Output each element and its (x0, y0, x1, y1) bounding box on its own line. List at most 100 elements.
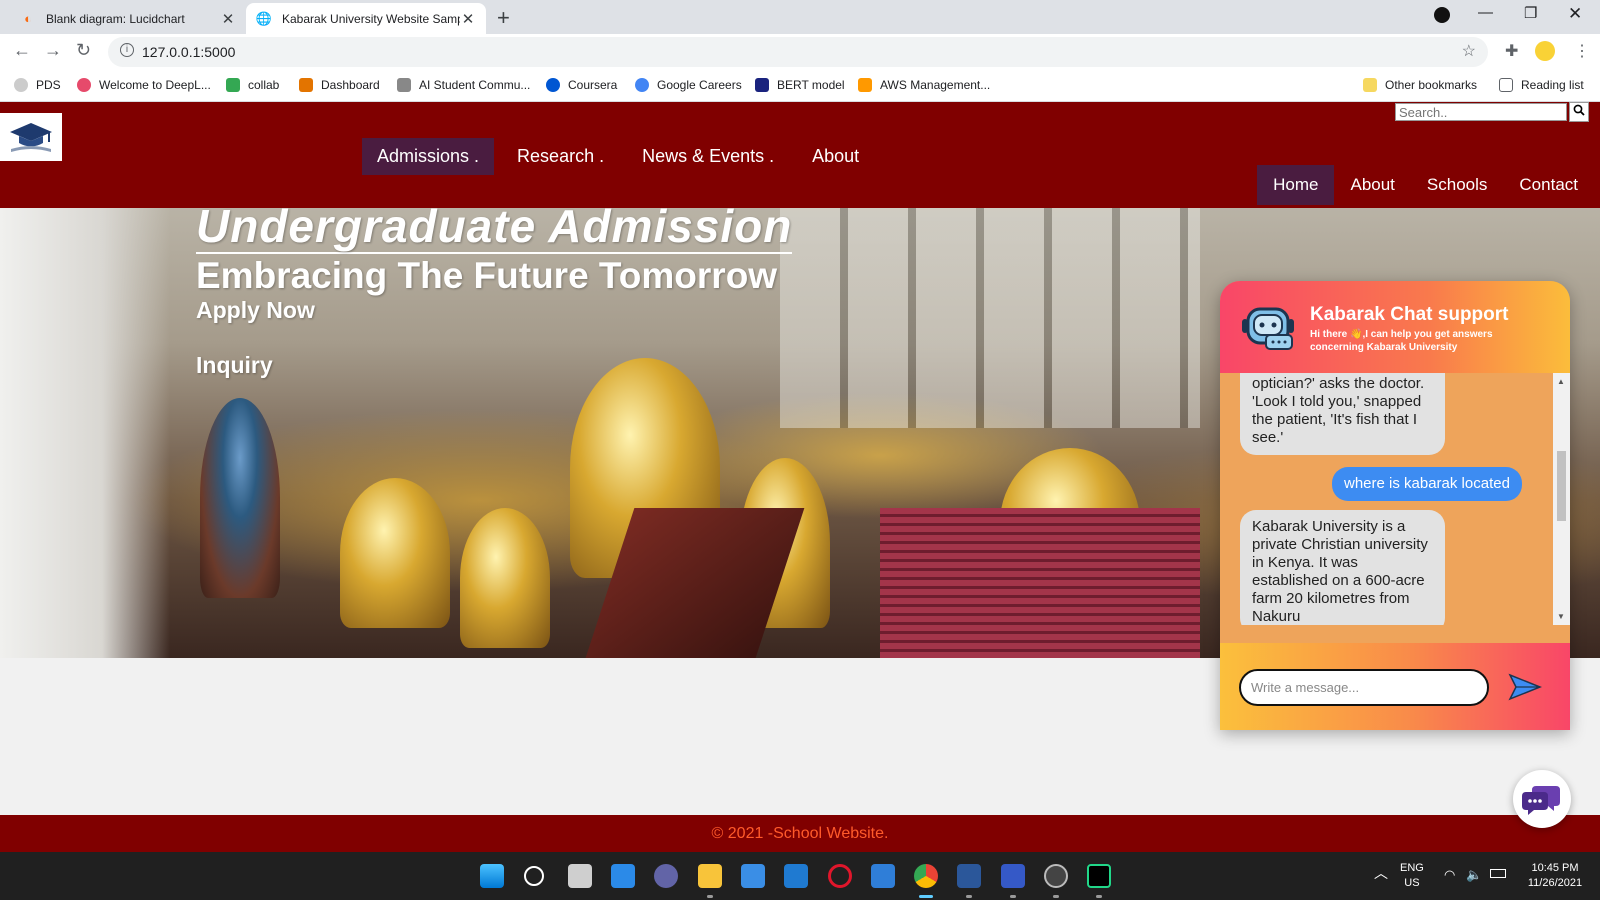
trophy-image (340, 478, 450, 628)
nav-news-events[interactable]: News & Events . (627, 138, 789, 175)
chat-scrollbar[interactable]: ▲ ▼ (1553, 373, 1570, 625)
url-text[interactable]: 127.0.0.1:5000 (142, 44, 235, 60)
clock[interactable]: 10:45 PM 11/26/2021 (1520, 861, 1590, 891)
clock-time: 10:45 PM (1531, 862, 1579, 874)
close-window-button[interactable]: ✕ (1568, 4, 1582, 24)
profile-avatar[interactable] (1535, 41, 1555, 61)
bookmark-star-icon[interactable]: ☆ (1462, 41, 1476, 61)
extensions-icon[interactable]: ✚ (1505, 41, 1518, 61)
search-icon[interactable] (524, 866, 544, 886)
bookmark-label: Dashboard (321, 78, 380, 92)
todo-icon[interactable] (871, 864, 895, 888)
bookmark-label: PDS (36, 78, 61, 92)
chat-message-input[interactable] (1239, 669, 1489, 706)
ai-community-icon (397, 78, 411, 92)
bookmark-aws[interactable]: AWS Management... (858, 78, 990, 92)
tab-lucidchart[interactable]: ◐ Blank diagram: Lucidchart ✕ (10, 3, 246, 34)
address-bar[interactable]: i 127.0.0.1:5000 ☆ (108, 37, 1488, 67)
university-logo[interactable] (0, 113, 62, 161)
windows-start-icon[interactable] (480, 864, 504, 888)
language-label: ENG (1400, 862, 1424, 874)
main-nav: Admissions . Research . News & Events . … (362, 138, 882, 175)
bert-icon (755, 78, 769, 92)
search-icon[interactable] (1569, 102, 1589, 122)
battery-icon[interactable] (1490, 869, 1506, 878)
subnav-schools[interactable]: Schools (1411, 165, 1503, 205)
bookmark-label: AI Student Commu... (419, 78, 531, 92)
tab-title: Blank diagram: Lucidchart (46, 11, 185, 26)
chat-message-user: where is kabarak located (1332, 467, 1522, 501)
other-bookmarks[interactable]: Other bookmarks (1363, 78, 1477, 92)
scroll-up-icon[interactable]: ▲ (1557, 377, 1565, 386)
task-view-icon[interactable] (568, 864, 592, 888)
file-explorer-icon[interactable] (698, 864, 722, 888)
mail-icon[interactable] (784, 864, 808, 888)
drive-icon (226, 78, 240, 92)
site-footer: © 2021 -School Website. (0, 815, 1600, 852)
bookmark-dashboard[interactable]: Dashboard (299, 78, 380, 92)
word-icon[interactable] (957, 864, 981, 888)
chrome-icon[interactable] (914, 864, 938, 888)
back-icon[interactable]: ← (13, 40, 31, 61)
close-icon[interactable]: ✕ (460, 10, 476, 28)
search-input[interactable] (1395, 103, 1567, 121)
bookmark-bert[interactable]: BERT model (755, 78, 845, 92)
send-icon[interactable] (1508, 672, 1542, 702)
new-tab-button[interactable]: + (497, 5, 510, 31)
bookmark-collab[interactable]: collab (226, 78, 279, 92)
teams-chat-icon[interactable] (654, 864, 678, 888)
volume-icon[interactable]: 🔈 (1466, 867, 1482, 882)
site-info-icon[interactable]: i (120, 43, 134, 57)
bookmark-coursera[interactable]: Coursera (546, 78, 617, 92)
bookmark-label: Google Careers (657, 78, 742, 92)
bookmark-google-careers[interactable]: Google Careers (635, 78, 742, 92)
inquiry-link[interactable]: Inquiry (196, 352, 273, 379)
forward-icon[interactable]: → (44, 40, 62, 61)
chat-launcher-button[interactable] (1513, 770, 1571, 828)
menu-icon[interactable]: ⋮ (1574, 41, 1590, 61)
subnav-about[interactable]: About (1334, 165, 1410, 205)
reading-list[interactable]: Reading list (1499, 78, 1584, 92)
media-player-icon[interactable] (1044, 864, 1068, 888)
vpn-icon[interactable] (1001, 864, 1025, 888)
hero-subtitle: Embracing The Future Tomorrow (196, 255, 778, 296)
chat-greeting: Hi there 👋,I can help you get answers co… (1310, 329, 1493, 353)
opera-icon[interactable] (828, 864, 852, 888)
hero-background-window (780, 208, 1200, 428)
nav-research[interactable]: Research . (502, 138, 619, 175)
reload-icon[interactable]: ↻ (76, 40, 91, 61)
wifi-icon[interactable]: ◠ (1444, 867, 1455, 882)
chat-title: Kabarak Chat support (1310, 304, 1509, 325)
subnav-home[interactable]: Home (1257, 165, 1335, 205)
subnav-contact[interactable]: Contact (1503, 165, 1594, 205)
hero-background-curtain (0, 208, 170, 658)
nav-admissions[interactable]: Admissions . (362, 138, 495, 175)
close-icon[interactable]: ✕ (220, 10, 236, 28)
browser-toolbar: ← → ↻ i 127.0.0.1:5000 ☆ ✚ ⋮ (0, 34, 1600, 70)
nav-about[interactable]: About (797, 138, 874, 175)
apply-now-link[interactable]: Apply Now (196, 297, 315, 324)
restore-button[interactable]: ❐ (1524, 4, 1537, 22)
bookmark-deepl[interactable]: Welcome to DeepL... (77, 78, 211, 92)
deepl-icon (77, 78, 91, 92)
hero-title: Undergraduate Admission (196, 200, 793, 254)
folder-icon (1363, 78, 1377, 92)
bookmark-ai-student[interactable]: AI Student Commu... (397, 78, 530, 92)
app-indicator (1096, 895, 1102, 898)
show-hidden-icons[interactable]: ︿ (1374, 866, 1388, 881)
minimize-button[interactable]: — (1478, 4, 1493, 21)
coursera-icon (546, 78, 560, 92)
other-bookmarks-label: Other bookmarks (1385, 78, 1478, 92)
store-icon[interactable] (741, 864, 765, 888)
scroll-down-icon[interactable]: ▼ (1557, 612, 1565, 621)
language-indicator[interactable]: ENG US (1400, 861, 1424, 891)
tab-kabarak[interactable]: 🌐 Kabarak University Website Samp ✕ (246, 3, 486, 34)
profile-menu-icon[interactable] (1434, 7, 1450, 23)
bookmark-pds[interactable]: PDS (14, 78, 61, 92)
lucidchart-icon: ◐ (24, 11, 32, 26)
widgets-icon[interactable] (611, 864, 635, 888)
pycharm-icon[interactable] (1087, 864, 1111, 888)
chat-footer (1220, 643, 1570, 730)
sub-nav: Home About Schools Contact (1257, 165, 1594, 205)
scrollbar-thumb[interactable] (1557, 451, 1566, 521)
